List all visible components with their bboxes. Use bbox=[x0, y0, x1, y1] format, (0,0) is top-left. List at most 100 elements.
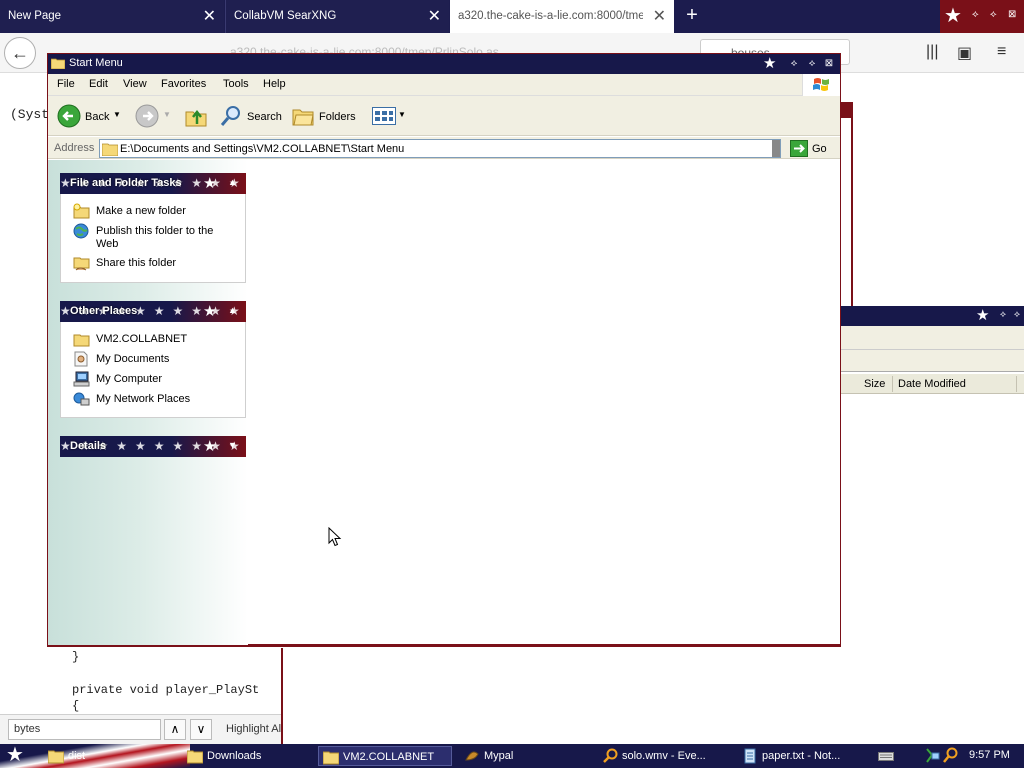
expand-chevron-icon[interactable]: ▼ bbox=[228, 440, 237, 450]
address-input[interactable]: E:\Documents and Settings\VM2.COLLABNET\… bbox=[120, 143, 404, 155]
close-icon[interactable]: ⟡ bbox=[1014, 309, 1020, 320]
link-label: My Documents bbox=[96, 353, 170, 365]
address-bar: Address E:\Documents and Settings\VM2.CO… bbox=[48, 137, 840, 159]
details-header[interactable]: ★★★★★★★★★★ Details ★ ▼ bbox=[60, 436, 246, 457]
taskbar-item-search-results[interactable]: solo.wmv - Eve... bbox=[598, 746, 730, 766]
explorer-titlebar[interactable]: Start Menu ★ ⟡ ⟡ ⊠ bbox=[48, 54, 840, 74]
star-icon: ★ bbox=[763, 55, 777, 72]
search-button-label[interactable]: Search bbox=[247, 111, 282, 123]
dropdown-arrow-icon[interactable]: ▼ bbox=[163, 110, 171, 119]
address-field[interactable]: E:\Documents and Settings\VM2.COLLABNET\… bbox=[99, 139, 781, 158]
tab-close-icon[interactable]: ✕ bbox=[203, 0, 216, 33]
menu-tools[interactable]: Tools bbox=[223, 78, 249, 90]
section-body: VM2.COLLABNET My Documents My Computer M… bbox=[60, 322, 246, 418]
browser-tab-searxng[interactable]: CollabVM SearXNG ✕ bbox=[225, 0, 449, 33]
back-arrow-icon[interactable] bbox=[57, 104, 81, 128]
folder-icon bbox=[323, 751, 339, 765]
tab-close-icon[interactable]: ✕ bbox=[428, 0, 441, 33]
search-tray-icon[interactable] bbox=[942, 747, 958, 764]
menu-bar: File Edit View Favorites Tools Help bbox=[48, 74, 840, 96]
column-header-size[interactable]: Size bbox=[864, 378, 885, 390]
go-button[interactable]: Go bbox=[788, 139, 836, 158]
sidebar-icon[interactable]: ▣ bbox=[957, 43, 972, 63]
menu-file[interactable]: File bbox=[57, 78, 75, 90]
maximize-icon[interactable]: ⟡ bbox=[990, 9, 997, 20]
star-icon: ★ bbox=[976, 307, 990, 324]
find-previous-button[interactable]: ∧ bbox=[164, 719, 186, 740]
search-icon bbox=[603, 748, 618, 763]
collapse-chevron-icon[interactable]: ▲ bbox=[228, 305, 237, 315]
taskbar-item-mypal[interactable]: Mypal bbox=[460, 746, 590, 766]
start-star-icon: ★ bbox=[6, 744, 24, 766]
background-code-text: (Syst bbox=[10, 107, 50, 122]
browser-tab-new-page[interactable]: New Page ✕ bbox=[0, 0, 224, 33]
toolbar: Back ▼ ▼ Search Folders ▼ bbox=[48, 96, 840, 136]
section-title: Details bbox=[70, 440, 107, 452]
link-label: VM2.COLLABNET bbox=[96, 333, 188, 345]
minimize-icon[interactable]: ⟡ bbox=[788, 57, 800, 70]
background-toolbar-strip bbox=[840, 350, 1024, 372]
find-input[interactable]: bytes bbox=[8, 719, 161, 740]
find-next-button[interactable]: ∨ bbox=[190, 719, 212, 740]
tab-close-icon[interactable]: ✕ bbox=[653, 0, 666, 33]
folders-button-label[interactable]: Folders bbox=[319, 111, 356, 123]
maximize-icon[interactable]: ⟡ bbox=[1000, 309, 1006, 320]
taskbar-item-notepad[interactable]: paper.txt - Not... bbox=[738, 746, 868, 766]
taskbar-item-label: Mypal bbox=[484, 750, 514, 762]
folder-icon bbox=[48, 750, 64, 764]
column-header-date-modified[interactable]: Date Modified bbox=[898, 378, 966, 390]
background-code-area: } private void player_PlaySt { bbox=[48, 648, 282, 713]
folder-icon bbox=[73, 334, 90, 347]
background-explorer-window[interactable]: ★ ⟡ ⟡ Size Date Modified bbox=[840, 306, 1024, 744]
background-window-border bbox=[281, 648, 283, 744]
rollup-icon[interactable]: ⟡ bbox=[972, 9, 979, 20]
column-separator[interactable] bbox=[892, 376, 893, 392]
new-tab-button[interactable]: + bbox=[682, 0, 702, 33]
forward-arrow-icon[interactable] bbox=[135, 104, 159, 128]
hamburger-menu-icon[interactable]: ≡ bbox=[997, 43, 1006, 61]
file-and-folder-tasks-header[interactable]: ★★★★★★★★★★ File and Folder Tasks ★ ▲ bbox=[60, 173, 246, 194]
highlight-all-checkbox[interactable]: Highlight All bbox=[226, 723, 283, 735]
link-label: My Computer bbox=[96, 373, 163, 385]
search-icon[interactable] bbox=[220, 105, 242, 127]
maximize-icon[interactable]: ⟡ bbox=[806, 57, 818, 70]
collapse-chevron-icon[interactable]: ▲ bbox=[228, 177, 237, 187]
taskbar-item-downloads[interactable]: Downloads bbox=[183, 746, 311, 766]
other-places-header[interactable]: ★★★★★★★★★★ Other Places ★ ▲ bbox=[60, 301, 246, 322]
clock[interactable]: 9:57 PM bbox=[969, 749, 1010, 761]
keyboard-icon[interactable] bbox=[878, 750, 894, 762]
file-and-folder-tasks-section: ★★★★★★★★★★ File and Folder Tasks ★ ▲ Mak… bbox=[60, 173, 246, 283]
taskbar: ★ dist Downloads VM2.COLLABNET Mypal sol… bbox=[0, 744, 1024, 768]
menu-view[interactable]: View bbox=[123, 78, 147, 90]
browser-icon bbox=[465, 751, 479, 761]
dropdown-arrow-icon[interactable]: ▼ bbox=[398, 110, 406, 119]
library-icon[interactable]: ||| bbox=[926, 43, 938, 61]
close-icon[interactable]: ⊠ bbox=[1008, 9, 1016, 20]
address-dropdown-button[interactable] bbox=[772, 140, 780, 157]
section-title: File and Folder Tasks bbox=[70, 177, 182, 189]
publish-folder-link[interactable]: Publish this folder to the Web bbox=[73, 223, 213, 253]
section-title: Other Places bbox=[70, 305, 138, 317]
close-icon[interactable]: ⊠ bbox=[823, 57, 835, 70]
browser-tab-active[interactable]: a320.the-cake-is-a-lie.com:8000/tmep ✕ bbox=[450, 0, 674, 33]
taskbar-item-label: paper.txt - Not... bbox=[762, 750, 841, 762]
views-icon[interactable] bbox=[372, 107, 396, 125]
menu-favorites[interactable]: Favorites bbox=[161, 78, 206, 90]
taskbar-item-vm2-collabnet[interactable]: VM2.COLLABNET bbox=[318, 746, 452, 766]
back-arrow-icon[interactable]: ← bbox=[4, 37, 36, 69]
dropdown-arrow-icon[interactable]: ▼ bbox=[113, 110, 121, 119]
tab-title: New Page bbox=[8, 10, 62, 22]
menu-help[interactable]: Help bbox=[263, 78, 286, 90]
link-label: My Network Places bbox=[96, 393, 191, 405]
taskbar-item-label: solo.wmv - Eve... bbox=[622, 750, 706, 762]
network-tray-icon[interactable] bbox=[924, 747, 940, 764]
up-folder-icon[interactable] bbox=[184, 104, 208, 128]
back-button-label[interactable]: Back bbox=[85, 111, 109, 123]
column-separator[interactable] bbox=[1016, 376, 1017, 392]
background-window-titlebar[interactable]: ★ ⟡ ⟡ bbox=[840, 306, 1024, 326]
menu-edit[interactable]: Edit bbox=[89, 78, 108, 90]
window-title: Start Menu bbox=[69, 57, 123, 69]
address-label: Address bbox=[54, 142, 95, 154]
folders-icon[interactable] bbox=[292, 105, 314, 127]
taskbar-item-dist[interactable]: dist bbox=[44, 746, 174, 766]
